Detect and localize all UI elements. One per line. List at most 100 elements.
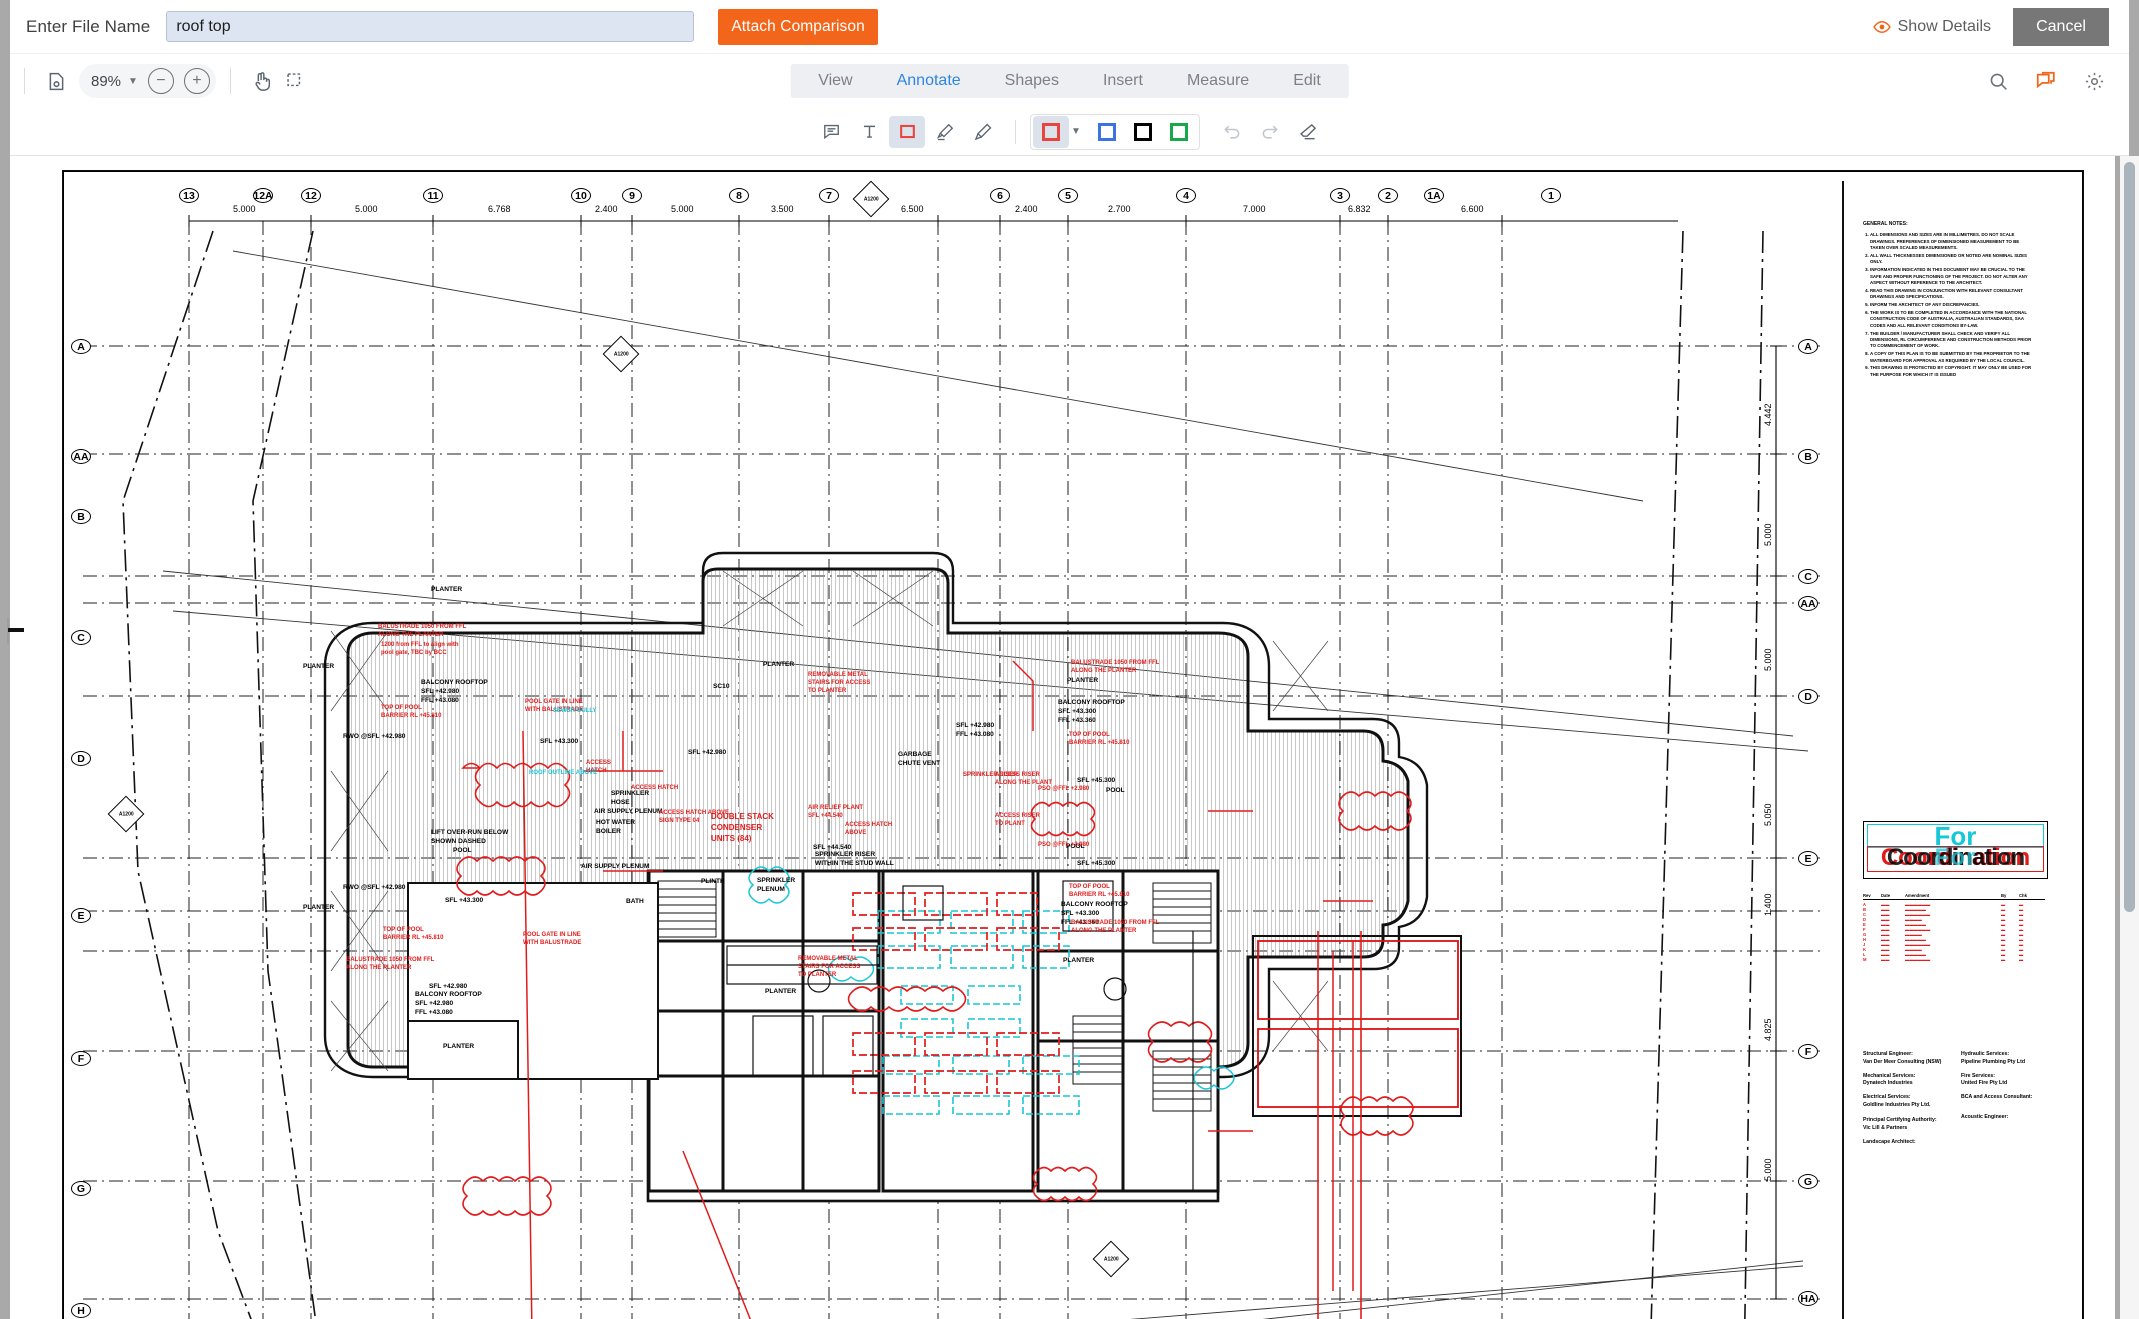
consultant-value: Van Der Meer Consulting (NSW) (1863, 1058, 1942, 1065)
zoom-level-value: 89% (91, 72, 122, 90)
consultant-label: Hydraulic Services: (1961, 1051, 2010, 1057)
highlighter-tool-button[interactable] (927, 116, 963, 148)
cancel-button[interactable]: Cancel (2013, 7, 2109, 46)
vertical-scrollbar-thumb[interactable] (2124, 162, 2135, 912)
color-blue-swatch[interactable] (1089, 116, 1125, 148)
grid-bubble-left-A: A (71, 339, 91, 354)
consultant-label: Acoustic Engineer: (1961, 1113, 2009, 1120)
rev-col-chk: Chk (2019, 893, 2027, 898)
pan-hand-icon[interactable] (245, 64, 279, 98)
consultant-value: Goldline Industries Pty Ltd. (1863, 1101, 1931, 1108)
note-item: THE WORK IS TO BE COMPLETED IN ACCORDANC… (1870, 310, 2033, 329)
zoom-out-button[interactable]: − (147, 68, 174, 94)
color-swatch-group: ▼ (1030, 113, 1200, 150)
gear-icon[interactable] (2077, 64, 2111, 98)
eraser-icon[interactable] (1290, 116, 1326, 148)
plan-label-red: BALUSTRADE 1050 FROM FFL ALONG THE PLANT… (1071, 920, 1160, 935)
pen-tool-button[interactable] (965, 116, 1001, 148)
zoom-in-button[interactable]: + (183, 68, 210, 94)
dim-right-6: 4.825 (1763, 1018, 1773, 1041)
plan-label-red: BALUSTRADE 1050 FROM FFL ALONG THE PLANT… (1071, 660, 1160, 675)
search-icon[interactable] (1981, 64, 2015, 98)
plan-label: SPRINKLER PLENUM (757, 877, 796, 893)
plan-label-cyan: ROOF OUTLINE ABOVE (529, 770, 598, 776)
consultant-value: Pipeline Plumbing Pty Ltd (1961, 1058, 2025, 1065)
tab-shapes[interactable]: Shapes (983, 64, 1081, 98)
comment-tool-button[interactable] (813, 116, 849, 148)
dim-right-3: 5.000 (1763, 648, 1773, 671)
rev-col-date: Date (1881, 893, 1891, 898)
stamp-line-cyan-2: For (1934, 844, 1977, 871)
plan-label: SC10 (713, 683, 730, 690)
rev-col-amendment: Amendment (1905, 893, 1930, 898)
dim-top-4: 2.400 (595, 204, 618, 214)
consultant-label: Structural Engineer: (1863, 1051, 1913, 1057)
note-item: ALL DIMENSIONS AND SIZES ARE IN MILLIMET… (1870, 232, 2033, 251)
drawing-page: 13 12A 12 11 10 9 8 7 6 5 4 3 2 1A 1 5.0… (62, 170, 2084, 1319)
file-name-input[interactable] (166, 11, 695, 42)
grid-bubble-top-1: 1 (1541, 188, 1561, 203)
plan-label: AIR SUPPLY PLENUM (581, 863, 650, 870)
chevron-down-icon[interactable]: ▼ (128, 76, 138, 87)
plan-label-cyan: SEWER GULLY (553, 708, 597, 714)
rectangle-tool-button[interactable] (889, 115, 926, 148)
plan-label-red: 1200 from FFL to align with pool gate, T… (381, 642, 459, 657)
color-red-swatch[interactable] (1033, 115, 1070, 148)
plan-label: RWO @SFL +42.980 (343, 733, 406, 740)
show-details-button[interactable]: Show Details (1872, 17, 1991, 36)
tab-insert[interactable]: Insert (1081, 64, 1165, 98)
document-canvas[interactable]: 13 12A 12 11 10 9 8 7 6 5 4 3 2 1A 1 5.0… (10, 156, 2115, 1319)
grid-bubble-top-6: 6 (990, 188, 1010, 203)
plan-label: PLINTH (701, 878, 725, 885)
tab-view[interactable]: View (796, 64, 874, 98)
panel-resize-handle[interactable] (4, 616, 26, 646)
consultant-label: BCA and Access Consultant: (1961, 1094, 2033, 1101)
plan-label: BATH (626, 898, 644, 905)
show-details-label: Show Details (1897, 17, 1991, 35)
mode-tabs: View Annotate Shapes Insert Measure Edit (790, 64, 1349, 98)
consultant-label: Mechanical Services: (1863, 1072, 1916, 1079)
tab-measure[interactable]: Measure (1165, 64, 1271, 98)
note-item: ALL WALL THICKNESSES DIMENSIONED OR NOTE… (1870, 253, 2033, 266)
plan-label: LIFT OVER-RUN BELOW SHOWN DASHED (431, 829, 509, 845)
redo-icon[interactable] (1252, 116, 1288, 148)
consultant-value: Vic Lill & Partners (1863, 1124, 1908, 1131)
plan-label: SFL +42.980 (956, 722, 995, 729)
grid-bubble-top-8: 8 (729, 188, 749, 203)
zoom-control[interactable]: 89% ▼ − + (79, 64, 216, 98)
tab-edit[interactable]: Edit (1271, 64, 1343, 98)
plan-label-red: ACCESS HATCH ABOVE SIGN TYPE 04 (659, 810, 730, 825)
color-chevron-down-icon[interactable]: ▼ (1071, 126, 1081, 137)
top-bar-actions: Show Details Cancel (1872, 7, 2129, 46)
grid-bubble-right-B: B (1798, 449, 1818, 464)
undo-icon[interactable] (1214, 116, 1250, 148)
grid-bubble-right-C: C (1798, 569, 1818, 584)
plan-label: SFL +43.300 (540, 738, 579, 745)
consultant-label: Electrical Services: (1863, 1094, 1911, 1101)
plan-label-red: TOP OF POOL BARRIER RL +45.810 (383, 927, 444, 942)
main-toolbar: 89% ▼ − + View Annotate Shapes Insert Me… (10, 53, 2129, 108)
text-tool-button[interactable] (851, 116, 887, 148)
grid-bubble-left-E: E (71, 908, 91, 923)
color-black-swatch[interactable] (1125, 116, 1161, 148)
consultant-label: Principal Certifying Authority: (1863, 1116, 1937, 1123)
marquee-select-icon[interactable] (279, 64, 313, 98)
rev-col-rev: Rev (1863, 893, 1871, 898)
annotate-divider (1015, 119, 1017, 144)
note-item: A COPY OF THIS PLAN IS TO BE SUBMITTED B… (1870, 351, 2033, 364)
dim-top-7: 6.500 (901, 204, 924, 214)
note-item: INFORMATION INDICATED IN THIS DOCUMENT M… (1870, 267, 2033, 286)
plan-label: SFL +43.300 (445, 897, 484, 904)
application-window: Enter File Name Attach Comparison Show D… (0, 0, 2139, 1319)
comments-icon[interactable] (2029, 64, 2063, 98)
revision-table: Rev Date Amendment By Chk A ▬▬ ▬▬▬▬▬▬ ▬ ▬ B ▬… (1863, 893, 2045, 962)
color-green-swatch[interactable] (1161, 116, 1197, 148)
tab-annotate[interactable]: Annotate (875, 64, 983, 98)
plan-label: SFL +42.980 (429, 983, 468, 990)
attach-comparison-button[interactable]: Attach Comparison (718, 8, 878, 45)
plan-label: PLANTER (303, 663, 335, 670)
plan-label-red: PSO @FFL +2.980 (1038, 842, 1090, 848)
page-settings-icon[interactable] (39, 64, 73, 98)
plan-label-red: ACCESS RISER TO PLANT (995, 813, 1041, 828)
vertical-scrollbar[interactable] (2120, 156, 2139, 1319)
